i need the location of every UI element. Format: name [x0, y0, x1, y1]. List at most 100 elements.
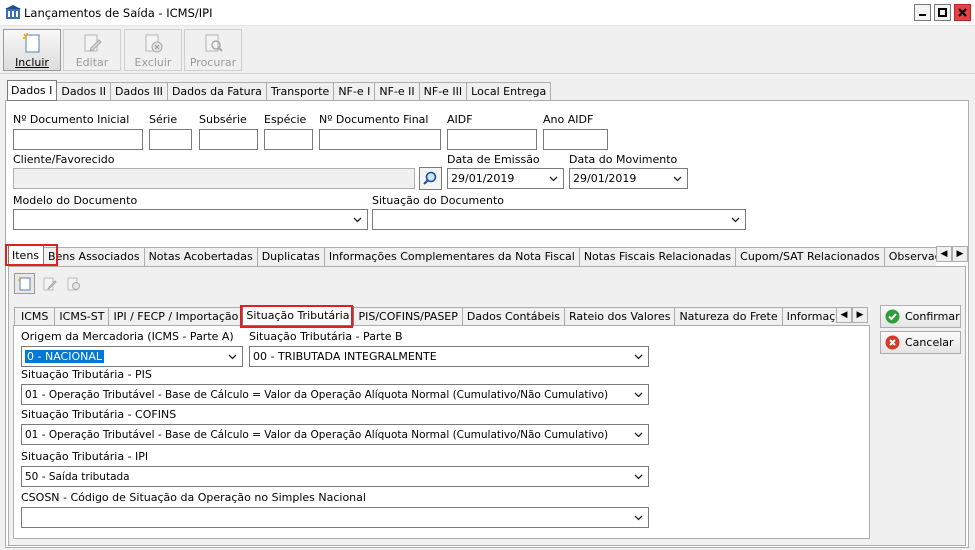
data-movimento-picker[interactable]: 29/01/2019: [569, 168, 688, 189]
excluir-button[interactable]: Excluir: [124, 29, 182, 71]
tab-rateio[interactable]: Rateio dos Valores: [564, 307, 676, 326]
chevron-down-icon: [634, 392, 643, 398]
origem-label: Origem da Mercadoria (ICMS - Parte A): [21, 330, 234, 343]
item-delete-button[interactable]: [63, 273, 84, 294]
close-button[interactable]: [954, 4, 971, 21]
origem-value: 0 - NACIONAL: [25, 350, 104, 363]
item-tab-strip: ICMS ICMS-ST IPI / FECP / Importação Sit…: [14, 306, 836, 326]
doc-final-input[interactable]: [319, 129, 441, 150]
chevron-down-icon: [228, 354, 237, 360]
tab-dados-ii[interactable]: Dados II: [56, 82, 112, 101]
maximize-icon: [938, 8, 947, 17]
item-edit-button[interactable]: [39, 273, 60, 294]
tab-transporte[interactable]: Transporte: [265, 82, 335, 101]
item-tabs-scroll-right[interactable]: ▶: [852, 307, 868, 323]
editar-label: Editar: [75, 56, 109, 69]
data-emissao-picker[interactable]: 29/01/2019: [447, 168, 564, 189]
excluir-label: Excluir: [134, 56, 172, 69]
chevron-down-icon: [549, 176, 558, 182]
minimize-button[interactable]: [914, 4, 931, 21]
chevron-right-icon: ▶: [956, 249, 964, 259]
cofins-select[interactable]: 01 - Operação Tributável - Base de Cálcu…: [21, 424, 649, 445]
modelo-label: Modelo do Documento: [13, 194, 138, 207]
tab-nfe-ii[interactable]: NF-e II: [374, 82, 420, 101]
doc-inicial-input[interactable]: [13, 129, 143, 150]
item-tabs-scroll-left[interactable]: ◀: [836, 307, 852, 323]
maximize-button[interactable]: [934, 4, 951, 21]
toolbar: Incluir Editar Excluir Procurar: [0, 26, 975, 74]
csosn-select[interactable]: [21, 507, 649, 528]
ipi-select[interactable]: 50 - Saída tributada: [21, 466, 649, 487]
tab-bens-associados[interactable]: Bens Associados: [43, 247, 145, 266]
tab-ipi-fecp[interactable]: IPI / FECP / Importação: [108, 307, 244, 326]
especie-input[interactable]: [264, 129, 313, 150]
tab-nfe-i[interactable]: NF-e I: [333, 82, 376, 101]
situacao-doc-label: Situação do Documento: [372, 194, 505, 207]
incluir-button[interactable]: Incluir: [3, 29, 61, 71]
subserie-label: Subsérie: [199, 113, 247, 126]
procurar-label: Procurar: [189, 56, 237, 69]
aidf-input[interactable]: [447, 129, 537, 150]
tab-dados-fatura[interactable]: Dados da Fatura: [166, 82, 267, 101]
serie-label: Série: [149, 113, 178, 126]
tab-dados-contabeis[interactable]: Dados Contábeis: [461, 307, 566, 326]
chevron-down-icon: [731, 217, 740, 223]
aidf-label: AIDF: [447, 113, 473, 126]
chevron-right-icon: ▶: [856, 310, 864, 320]
modelo-select[interactable]: [13, 209, 368, 230]
situacao-doc-select[interactable]: [372, 209, 746, 230]
tab-dados-iii[interactable]: Dados III: [110, 82, 168, 101]
data-movimento-label: Data do Movimento: [569, 153, 678, 166]
cliente-input[interactable]: [13, 168, 415, 189]
chevron-down-icon: [634, 354, 643, 360]
cofins-value: 01 - Operação Tributável - Base de Cálcu…: [25, 428, 609, 441]
check-icon: [885, 309, 900, 324]
origem-select[interactable]: 0 - NACIONAL: [21, 346, 243, 367]
subserie-input[interactable]: [199, 129, 258, 150]
tab-icms-st[interactable]: ICMS-ST: [54, 307, 110, 326]
tab-info-complementares[interactable]: Informações Complementares da Nota Fisca…: [323, 247, 580, 266]
tab-notas-acobertadas[interactable]: Notas Acobertadas: [143, 247, 258, 266]
sub-tabs-scroll-left[interactable]: ◀: [936, 246, 952, 262]
procurar-button[interactable]: Procurar: [184, 29, 242, 71]
tab-notas-relacionadas[interactable]: Notas Fiscais Relacionadas: [578, 247, 737, 266]
ipi-label: Situação Tributária - IPI: [21, 450, 149, 463]
confirmar-button[interactable]: Confirmar: [880, 305, 961, 328]
tab-natureza-frete[interactable]: Natureza do Frete: [674, 307, 783, 326]
doc-inicial-label: Nº Documento Inicial: [13, 113, 130, 126]
tab-nfe-iii[interactable]: NF-e III: [418, 82, 468, 101]
tab-duplicatas[interactable]: Duplicatas: [256, 247, 325, 266]
cliente-search-button[interactable]: [419, 167, 442, 190]
cliente-label: Cliente/Favorecido: [13, 153, 115, 166]
chevron-left-icon: ◀: [940, 249, 948, 259]
new-document-icon: [23, 33, 40, 53]
tab-informacoes[interactable]: Informações: [781, 307, 836, 326]
tab-local-entrega[interactable]: Local Entrega: [466, 82, 552, 101]
ipi-value: 50 - Saída tributada: [25, 470, 130, 483]
ano-aidf-input[interactable]: [543, 129, 608, 150]
serie-input[interactable]: [149, 129, 192, 150]
tab-pis-cofins[interactable]: PIS/COFINS/PASEP: [353, 307, 463, 326]
pis-label: Situação Tributária - PIS: [21, 368, 152, 381]
app-icon: [5, 5, 21, 19]
doc-final-label: Nº Documento Final: [319, 113, 429, 126]
tab-icms[interactable]: ICMS: [14, 307, 56, 326]
sub-tabs-scroll-right[interactable]: ▶: [952, 246, 968, 262]
new-item-icon: [18, 276, 31, 291]
tab-observacao[interactable]: Observação do: [883, 247, 936, 266]
tab-cupom-sat[interactable]: Cupom/SAT Relacionados: [735, 247, 885, 266]
pis-select[interactable]: 01 - Operação Tributável - Base de Cálcu…: [21, 384, 649, 405]
parte-b-select[interactable]: 00 - TRIBUTADA INTEGRALMENTE: [249, 346, 649, 367]
editar-button[interactable]: Editar: [63, 29, 121, 71]
delete-icon: [145, 34, 163, 53]
tab-dados-i[interactable]: Dados I: [7, 80, 58, 101]
edit-icon: [84, 34, 102, 52]
cancel-icon: [885, 335, 900, 350]
cancelar-button[interactable]: Cancelar: [880, 331, 961, 354]
main-tab-strip: Dados I Dados II Dados III Dados da Fatu…: [7, 80, 552, 101]
incluir-label: Incluir: [15, 56, 49, 69]
situacao-tab-highlight: [240, 305, 353, 328]
data-emissao-label: Data de Emissão: [447, 153, 540, 166]
item-add-button[interactable]: [14, 273, 35, 294]
chevron-down-icon: [634, 474, 643, 480]
